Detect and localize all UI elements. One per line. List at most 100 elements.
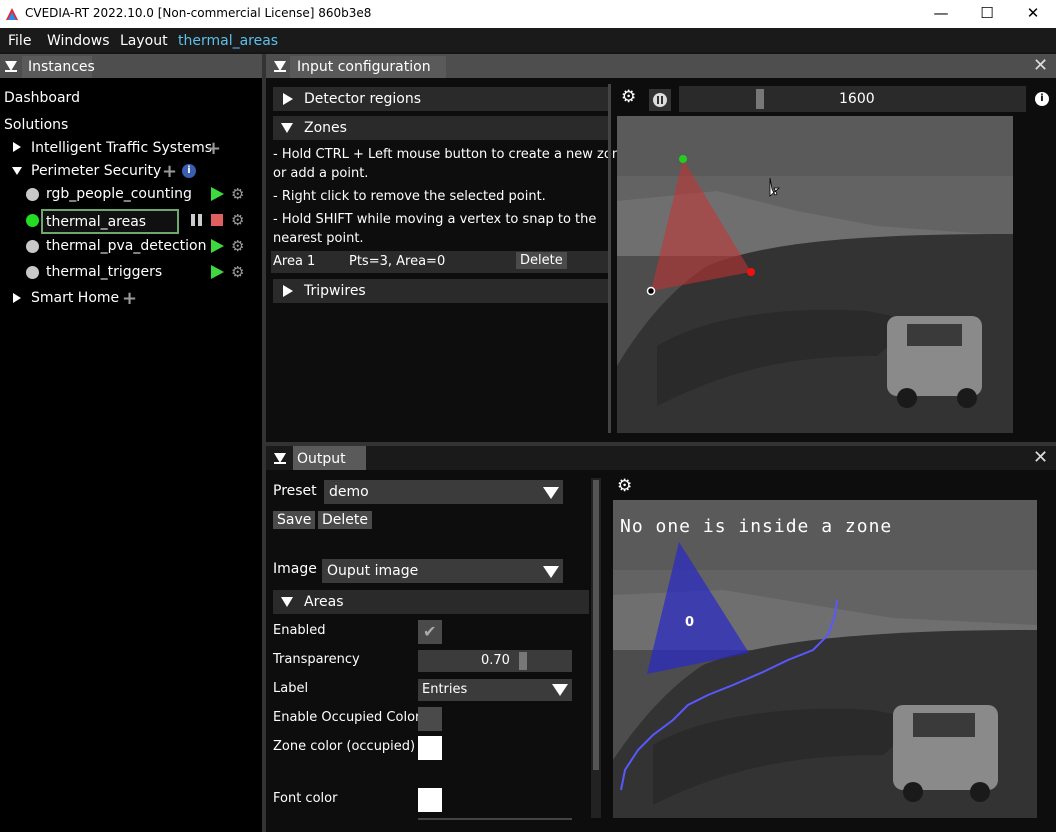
play-icon[interactable] — [211, 187, 224, 201]
output-panel: Output ✕ Preset demo Save Delete Image O… — [266, 446, 1056, 832]
enable-occupied-checkbox[interactable] — [418, 707, 442, 731]
dashboard-link[interactable]: Dashboard — [4, 90, 80, 106]
close-icon[interactable]: ✕ — [1033, 447, 1048, 468]
scrollbar[interactable] — [608, 84, 611, 433]
close-icon[interactable]: ✕ — [1033, 55, 1048, 76]
collapse-icon — [281, 123, 293, 133]
menu-active-instance[interactable]: thermal_areas — [178, 33, 278, 49]
divider — [418, 818, 572, 820]
scrollbar-thumb[interactable] — [593, 480, 599, 770]
menu-layout[interactable]: Layout — [120, 33, 168, 49]
overlay-status-text: No one is inside a zone — [620, 516, 893, 537]
zone-color-swatch[interactable] — [418, 736, 442, 760]
area-info: Pts=3, Area=0 — [349, 254, 446, 269]
image-select[interactable]: Ouput image — [322, 559, 563, 583]
help-text-3b: nearest point. — [273, 231, 364, 246]
info-icon[interactable]: i — [182, 164, 196, 178]
settings-gear-icon[interactable]: ⚙ — [621, 89, 636, 106]
preset-select[interactable]: demo — [324, 480, 563, 504]
canvas-margin — [1037, 500, 1056, 818]
expand-icon — [283, 285, 293, 297]
play-icon[interactable] — [211, 239, 224, 253]
help-text-1b: or add a point. — [273, 166, 369, 181]
slider-handle[interactable] — [519, 652, 527, 670]
add-icon[interactable]: + — [162, 163, 177, 181]
add-icon[interactable]: + — [122, 290, 137, 308]
gear-icon[interactable]: ⚙ — [231, 265, 244, 280]
tab-instances[interactable]: Instances — [22, 56, 95, 78]
label-select[interactable]: Entries — [418, 679, 572, 701]
instance-thermal-areas: thermal_areas — [46, 214, 147, 230]
tripwires-header[interactable]: Tripwires — [273, 279, 609, 303]
title-bar: CVEDIA-RT 2022.10.0 [Non-commercial Lice… — [0, 0, 1056, 28]
tab-output[interactable]: Output — [293, 446, 366, 470]
menu-file[interactable]: File — [8, 33, 31, 49]
transparency-slider[interactable]: 0.70 — [418, 650, 572, 672]
minimize-button[interactable]: — — [918, 0, 964, 28]
group-intelligent-traffic[interactable]: Intelligent Traffic Systems — [31, 140, 212, 156]
status-dot-running — [26, 214, 39, 227]
instances-panel: Instances Dashboard Solutions Intelligen… — [0, 54, 262, 832]
maximize-button[interactable]: ☐ — [964, 0, 1010, 28]
thermal-scene — [617, 116, 1013, 433]
font-color-label: Font color — [273, 791, 338, 806]
pause-icon[interactable] — [191, 214, 195, 226]
help-text-2: - Right click to remove the selected poi… — [273, 189, 546, 204]
menu-bar: File Windows Layout thermal_areas — [0, 28, 1056, 52]
status-dot — [26, 188, 39, 201]
help-text-3: - Hold SHIFT while moving a vertex to sn… — [273, 212, 597, 227]
tab-input-configuration[interactable]: Input configuration — [290, 56, 446, 78]
status-dot — [26, 240, 39, 253]
enabled-checkbox[interactable]: ✔ — [418, 620, 442, 644]
info-icon[interactable]: i — [1035, 92, 1049, 106]
menu-windows[interactable]: Windows — [47, 33, 110, 49]
delete-preset-button[interactable]: Delete — [318, 511, 372, 529]
collapse-icon — [281, 597, 293, 607]
instance-rgb-people-counting[interactable]: rgb_people_counting — [46, 186, 192, 202]
input-config-panel: Input configuration ✕ Detector regions Z… — [266, 54, 1056, 442]
chevron-down-icon — [552, 684, 568, 696]
transparency-label: Transparency — [273, 652, 360, 667]
expand-icon[interactable] — [13, 293, 21, 303]
detector-regions-header[interactable]: Detector regions — [273, 87, 609, 111]
output-video-canvas[interactable]: No one is inside a zone 0 — [613, 500, 1037, 818]
status-dot — [26, 266, 39, 279]
transparency-value: 0.70 — [481, 653, 510, 668]
image-label: Image — [273, 561, 317, 577]
solutions-heading: Solutions — [4, 117, 69, 133]
settings-gear-icon[interactable]: ⚙ — [617, 478, 632, 495]
input-video-canvas[interactable] — [617, 116, 1013, 433]
zones-header[interactable]: Zones — [273, 116, 609, 140]
font-color-swatch[interactable] — [418, 788, 442, 812]
gear-icon[interactable]: ⚙ — [231, 239, 244, 254]
preset-label: Preset — [273, 483, 317, 499]
areas-header[interactable]: Areas — [273, 590, 589, 614]
expand-icon[interactable] — [13, 142, 21, 152]
gear-icon[interactable]: ⚙ — [231, 187, 244, 202]
hamburger-icon — [274, 70, 286, 75]
frame-slider[interactable]: 1600 — [679, 86, 1026, 112]
group-perimeter-security[interactable]: Perimeter Security — [31, 163, 161, 179]
add-icon[interactable]: + — [206, 140, 221, 158]
pause-circle-icon — [653, 93, 667, 107]
zone-count-label: 0 — [685, 615, 695, 630]
pause-icon-bar — [198, 214, 202, 226]
instance-selected[interactable]: thermal_areas — [41, 209, 179, 234]
scrollbar-track[interactable] — [591, 478, 601, 818]
stop-icon[interactable] — [211, 214, 223, 226]
close-window-button[interactable]: ✕ — [1010, 0, 1056, 28]
group-smart-home[interactable]: Smart Home — [31, 290, 119, 306]
play-icon[interactable] — [211, 265, 224, 279]
enable-occupied-label: Enable Occupied Color — [273, 710, 421, 725]
instance-thermal-triggers[interactable]: thermal_triggers — [46, 264, 162, 280]
gear-icon[interactable]: ⚙ — [231, 213, 244, 228]
slider-handle[interactable] — [756, 89, 764, 109]
instance-thermal-pva[interactable]: thermal_pva_detection — [46, 238, 206, 254]
save-preset-button[interactable]: Save — [273, 511, 316, 529]
area-row[interactable]: Area 1 Pts=3, Area=0 Delete — [271, 251, 609, 273]
collapse-icon[interactable] — [12, 167, 22, 175]
vertex-handle — [646, 286, 656, 296]
delete-area-button[interactable]: Delete — [516, 252, 567, 269]
pause-button[interactable] — [649, 89, 671, 111]
vertex-handle — [679, 155, 687, 163]
